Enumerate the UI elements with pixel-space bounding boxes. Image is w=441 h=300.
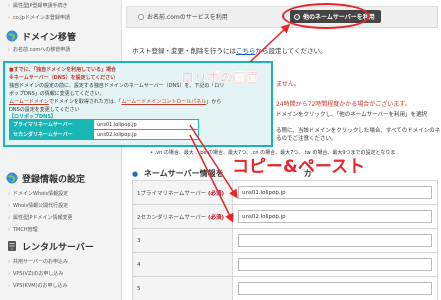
nameserver-input-5[interactable]	[238, 282, 432, 295]
table-row: 2セカンダリネームサーバー (必須)	[132, 204, 438, 229]
nameserver-input-2[interactable]	[238, 210, 432, 223]
red-note-2: 24時間から72時間程度かかる場合がございます。	[276, 101, 411, 108]
lolipop-line-5: ムームードメインでドメインを取得された方は、「ムームードメインコントロールパネル…	[9, 99, 222, 105]
radio-onamae-service[interactable]: お名前.comのサービスを利用	[138, 10, 228, 23]
table-row: 5	[132, 276, 438, 300]
sidebar-heading-rental: レンタルサーバー	[6, 239, 94, 253]
server-icon	[8, 241, 16, 251]
intro-text: ホスト登録・変更・削除を行うにはこちらから設定してください。	[132, 47, 327, 55]
side-note-3: るのでご注意ください。	[276, 136, 337, 142]
sidebar-link-whois[interactable]: ドメインWhois情報設定	[8, 190, 68, 197]
nameserver-form-heading: ネームサーバー情報をカ	[132, 168, 312, 179]
sidebar-link-jp-change[interactable]: 属性型JPドメイン情報変更	[8, 214, 73, 221]
ns-row-label-1: 1プライマリネームサーバー (必須)	[132, 180, 233, 205]
lolipop-line-6: DNSの設定を変更してください	[9, 107, 80, 113]
primary-ns-value[interactable]: uns01.lolipop.jp	[93, 119, 199, 130]
sidebar-link-vps-vz[interactable]: VPS(VZ)のお申し込み	[8, 270, 63, 277]
sidebar-link-tmch[interactable]: TMCH管理	[8, 226, 38, 233]
muumuu-link[interactable]: ムームードメイン	[9, 99, 49, 105]
primary-ns-label: プライマリネームサーバー	[9, 119, 94, 130]
lolipop-line-1: ■すでに、「独自ドメインを利用している」場合	[9, 67, 116, 73]
ns-row-label-2: 2セカンダリネームサーバー (必須)	[132, 204, 233, 229]
muumuu-panel-link[interactable]: ムームードメインコントロールパネル	[121, 99, 206, 105]
sidebar-link-transfer[interactable]: お名前.comへの移管申請	[8, 46, 70, 53]
ns-row-label-3: 3	[132, 228, 233, 253]
registrant-label: 登録情報の設定	[22, 174, 86, 185]
side-note-1: ドメインをクリックし、「他のネームサーバーを利用」を選択	[276, 112, 428, 118]
ns-row-label-4: 4	[132, 252, 233, 277]
sidebar-link-vps-kvm[interactable]: VPS(KVM)のお申し込み	[8, 282, 68, 289]
nameserver-input-3[interactable]	[238, 234, 432, 247]
nameserver-input-1[interactable]	[238, 186, 432, 199]
nameserver-form-table: 1プライマリネームサーバー (必須) 2セカンダリネームサーバー (必須) 3 …	[132, 180, 438, 300]
nameserver-input-4[interactable]	[238, 258, 432, 271]
rental-label: レンタルサーバー	[22, 242, 94, 253]
sidebar-heading-registrant: 登録情報の設定	[6, 171, 85, 185]
highlight-oval	[282, 3, 370, 29]
lolipop-caption: ロリポの画面	[181, 71, 260, 86]
table-row: 3	[132, 228, 438, 253]
sidebar: 属性型JP登録申請手続き co.jpドメイン本登録申請 ドメイン移管 お名前.c…	[0, 0, 122, 300]
radio-unchecked-icon	[138, 13, 144, 20]
table-row: 4	[132, 252, 438, 277]
domain-transfer-label: ドメイン移管	[22, 32, 77, 43]
arrow-to-tab	[249, 23, 291, 63]
secondary-ns-value[interactable]: uns02.lolipop.jp	[93, 129, 199, 140]
red-note-1: ません。	[276, 81, 300, 88]
table-row: プライマリネームサーバー uns01.lolipop.jp	[9, 119, 199, 130]
lolipop-line-2: ※ネームサーバー（DNS）を設定してください	[9, 75, 116, 81]
sidebar-link-whois-proxy[interactable]: Whois情報公開代行設定	[8, 202, 68, 209]
globe-icon	[6, 30, 18, 42]
table-row: 1プライマリネームサーバー (必須)	[132, 180, 438, 205]
ns-row-label-5: 5	[132, 276, 233, 300]
lolipop-dns-table: プライマリネームサーバー uns01.lolipop.jp セカンダリネームサー…	[9, 119, 199, 140]
globe-icon	[6, 172, 18, 184]
sidebar-link-jp-attribute[interactable]: 属性型JP登録申請手続き	[8, 2, 68, 9]
lolipop-line-4: ポップDNS」の情報に変更してください。	[9, 91, 105, 97]
secondary-ns-label: セカンダリネームサーバー	[9, 129, 94, 140]
sidebar-link-shared-server[interactable]: 共用サーバーのお申込み	[8, 258, 68, 265]
side-note-2: る際に、当該ドメインをクリックした場合、すべてのドメインのネ	[276, 128, 441, 134]
intro-link[interactable]: こちら	[236, 47, 256, 55]
lolipop-screen-panel: ■すでに、「独自ドメインを利用している」場合 ※ネームサーバー（DNS）を設定し…	[3, 61, 273, 147]
sidebar-heading-domain-transfer: ドメイン移管	[6, 29, 76, 43]
table-row: セカンダリネームサーバー uns02.lolipop.jp	[9, 129, 199, 140]
sidebar-link-cojp[interactable]: co.jpドメイン本登録申請	[8, 14, 70, 21]
